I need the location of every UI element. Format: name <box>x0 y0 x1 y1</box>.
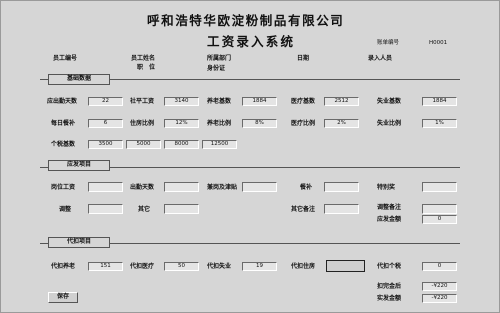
save-button[interactable]: 保存 <box>48 292 78 303</box>
id-card-label: 身份证 <box>207 65 226 72</box>
tax-base-field-4[interactable]: 12500 <box>202 140 237 149</box>
medical-base-field[interactable]: 2512 <box>324 97 359 106</box>
other-label: 其它 <box>138 206 151 213</box>
allowance-label: 兼岗及津贴 <box>207 184 238 191</box>
attend-days-field[interactable]: 22 <box>88 97 123 106</box>
unemploy-base-field[interactable]: 1884 <box>422 97 457 106</box>
after-deduct-label: 扣完金后 <box>377 283 402 290</box>
after-deduct-field: -¥220 <box>422 282 457 291</box>
other-note-label: 其它备注 <box>291 206 316 213</box>
other-note-field[interactable] <box>324 204 359 214</box>
date-label: 日期 <box>297 55 310 62</box>
social-wage-label: 社平工资 <box>130 98 155 105</box>
attended-days-label: 出勤天数 <box>130 184 155 191</box>
meal-allow-field[interactable]: 6 <box>88 119 123 128</box>
account-no-value: H0001 <box>429 40 448 46</box>
adjust-note-label: 调整备注 <box>377 204 402 211</box>
emp-name-label: 员工姓名 <box>131 55 156 62</box>
meal-subsidy-label: 餐补 <box>300 184 313 191</box>
post-wage-label: 岗位工资 <box>51 184 76 191</box>
emp-no-label: 员工编号 <box>53 55 78 62</box>
form-title: 工资录入系统 <box>207 34 296 49</box>
medical-rate-field[interactable]: 2% <box>324 119 359 128</box>
adjust-label: 调整 <box>59 206 72 213</box>
position-label: 职 位 <box>137 64 156 71</box>
payroll-form-window: 呼和浩特华欧淀粉制品有限公司 工资录入系统 账单编号 H0001 员工编号 员工… <box>0 0 500 313</box>
deduct-housing-field[interactable] <box>326 260 365 272</box>
pension-rate-field[interactable]: 8% <box>242 119 277 128</box>
adjust-note-field[interactable] <box>422 204 457 214</box>
special-bonus-label: 特别奖 <box>377 184 396 191</box>
gross-pay-field: 0 <box>422 215 457 224</box>
deduct-housing-label: 代扣住房 <box>291 263 316 270</box>
gross-pay-label: 应发金额 <box>377 216 402 223</box>
tax-base-label: 个税基数 <box>51 141 76 148</box>
deduct-tax-field[interactable]: 0 <box>422 262 457 271</box>
tax-base-field-3[interactable]: 8000 <box>164 140 199 149</box>
deduct-pension-field[interactable]: 151 <box>88 262 123 271</box>
post-wage-field[interactable] <box>88 182 123 192</box>
deduct-unemploy-field[interactable]: 19 <box>242 262 277 271</box>
deduct-tax-label: 代扣个税 <box>377 263 402 270</box>
company-name: 呼和浩特华欧淀粉制品有限公司 <box>147 13 345 28</box>
medical-rate-label: 医疗比例 <box>291 120 316 127</box>
deduct-unemploy-label: 代扣失业 <box>207 263 232 270</box>
meal-subsidy-field[interactable] <box>324 182 359 192</box>
entry-person-label: 录入人员 <box>368 55 393 62</box>
housing-rate-field[interactable]: 12% <box>164 119 199 128</box>
unemploy-base-label: 失业基数 <box>377 98 402 105</box>
meal-allow-label: 每日餐补 <box>51 120 76 127</box>
dept-label: 所属部门 <box>207 55 232 62</box>
pension-base-field[interactable]: 1884 <box>242 97 277 106</box>
section-payable: 应发项目 <box>48 160 110 171</box>
net-pay-label: 实发金额 <box>377 295 402 302</box>
deduct-medical-label: 代扣医疗 <box>130 263 155 270</box>
net-pay-field: -¥220 <box>422 294 457 303</box>
other-field[interactable] <box>164 204 199 214</box>
tax-base-field-1[interactable]: 3500 <box>88 140 123 149</box>
attend-days-label: 应出勤天数 <box>47 98 78 105</box>
housing-rate-label: 住房比例 <box>130 120 155 127</box>
section-deduct: 代扣项目 <box>48 237 110 248</box>
account-no-label: 账单编号 <box>377 40 400 46</box>
adjust-field[interactable] <box>88 204 123 214</box>
allowance-field[interactable] <box>242 182 277 192</box>
medical-base-label: 医疗基数 <box>291 98 316 105</box>
deduct-pension-label: 代扣养老 <box>51 263 76 270</box>
tax-base-field-2[interactable]: 5000 <box>126 140 161 149</box>
pension-rate-label: 养老比例 <box>207 120 232 127</box>
unemploy-rate-label: 失业比例 <box>377 120 402 127</box>
attended-days-field[interactable] <box>164 182 199 192</box>
section-basic-data: 基础数据 <box>48 74 110 85</box>
special-bonus-field[interactable] <box>422 182 457 192</box>
social-wage-field[interactable]: 3140 <box>164 97 199 106</box>
unemploy-rate-field[interactable]: 1% <box>422 119 457 128</box>
deduct-medical-field[interactable]: 50 <box>164 262 199 271</box>
pension-base-label: 养老基数 <box>207 98 232 105</box>
